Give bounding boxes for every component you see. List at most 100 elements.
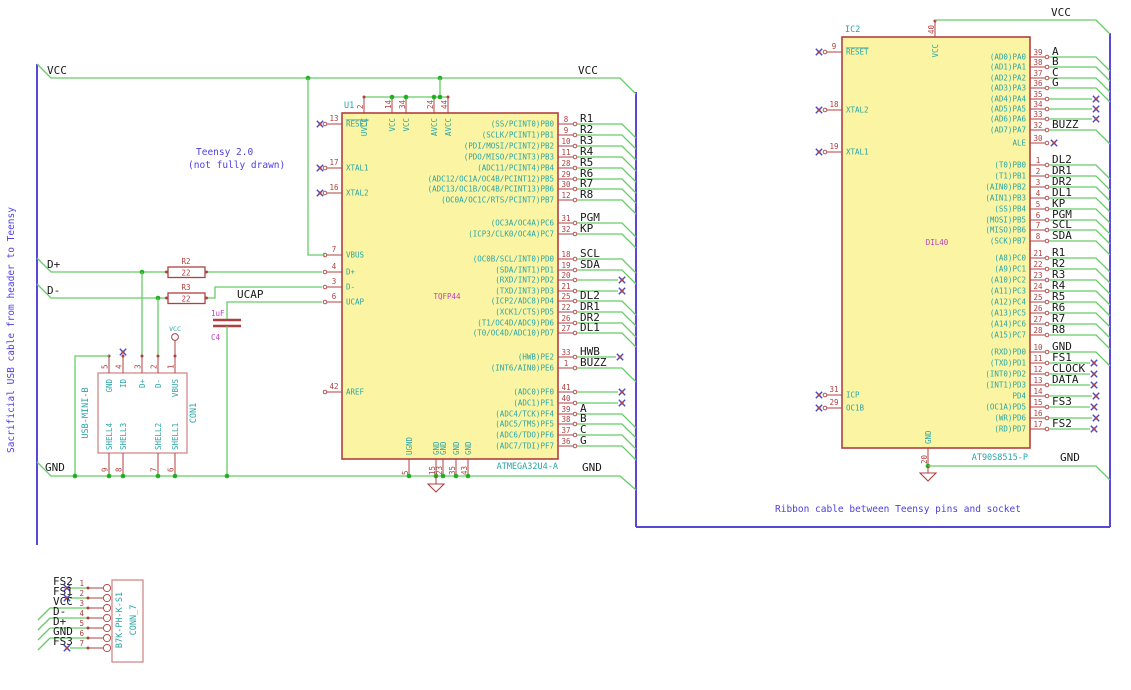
pin-number: 40	[927, 24, 936, 34]
pin-number: 36	[561, 437, 571, 446]
pin-name: (PDO/MISO/PCINT3)PB3	[464, 153, 554, 162]
pin-name: (AD3)PA3	[990, 84, 1026, 93]
net-label[interactable]: KP	[580, 222, 594, 235]
net-label[interactable]: SDA	[580, 258, 600, 271]
pin-number: 35	[1033, 90, 1042, 99]
wire	[577, 367, 637, 383]
pin-end-dot	[1092, 372, 1096, 376]
wire	[577, 445, 637, 461]
net-label[interactable]: G	[580, 434, 587, 447]
pin-name: (ADC4/TCK)PF4	[495, 410, 554, 419]
pin-circle	[1044, 277, 1050, 283]
pin-number: 5	[101, 364, 110, 369]
schematic-canvas: Sacrificial USB cable from header to Tee…	[0, 0, 1131, 690]
u1-part: ATMEGA32U4-A	[497, 462, 558, 472]
pin-number: 3	[332, 277, 337, 286]
pin-number: 36	[1033, 79, 1043, 88]
pin-name: XTAL2	[346, 189, 369, 198]
net-label-gnd[interactable]: GND	[1060, 451, 1080, 464]
net-label-vcc[interactable]: VCC	[47, 64, 67, 77]
ic2-package: DIL40	[926, 238, 949, 247]
pin-circle	[572, 411, 578, 417]
r3-ref: R3	[181, 283, 190, 292]
pin-end-dot	[318, 122, 322, 126]
net-label-gnd[interactable]: GND	[45, 461, 65, 474]
wire	[577, 269, 637, 285]
net-label[interactable]: R8	[580, 188, 593, 201]
pin-circle	[572, 309, 578, 315]
pin-circle	[572, 231, 578, 237]
conn7-part: B7K-PH-K-S1	[115, 592, 125, 648]
net-label-gnd[interactable]: GND	[582, 461, 602, 474]
wire	[1049, 129, 1111, 145]
pin-name: AVCC	[444, 118, 453, 136]
pin-circle	[572, 121, 578, 127]
wire	[226, 301, 322, 320]
pin-number: 4	[1036, 189, 1041, 198]
pin-circle	[572, 197, 578, 203]
net-label-dplus[interactable]: D+	[47, 258, 61, 271]
r3-value: 22	[181, 295, 190, 304]
pin-name: (AD4)PA4	[990, 95, 1027, 104]
pin-end-dot	[65, 646, 69, 650]
pin-number: 20	[920, 454, 929, 464]
pin-number: 15	[1033, 398, 1042, 407]
pin-end-dot	[817, 406, 821, 410]
net-label[interactable]: BUZZ	[1052, 118, 1079, 131]
pin-circle	[572, 277, 578, 283]
pin-circle	[572, 400, 578, 406]
pin-number: 2	[356, 104, 365, 109]
pin-number: 29	[829, 398, 838, 407]
pin-name: (TXD/INT3)PD3	[495, 287, 554, 296]
pin-name: (AD2)PA2	[990, 74, 1026, 83]
teensy-note: (not fully drawn)	[188, 160, 285, 171]
pin-name: (MISO)PB6	[985, 226, 1026, 235]
pin-end-dot	[165, 270, 168, 274]
net-label[interactable]: SDA	[1052, 229, 1072, 242]
pin-number: 33	[561, 348, 570, 357]
wire	[37, 627, 51, 641]
net-label[interactable]: G	[1052, 76, 1059, 89]
vcc-rail	[36, 63, 637, 95]
pin-circle	[1044, 255, 1050, 261]
pin-circle	[1044, 310, 1050, 316]
vcc-symbol-label: VCC	[169, 325, 181, 333]
net-label[interactable]: DL1	[580, 321, 600, 334]
pin-name: (ADC0)PF0	[513, 388, 554, 397]
net-label[interactable]: R8	[1052, 323, 1065, 336]
pin-circle	[572, 443, 578, 449]
u1-package: TQFP44	[433, 292, 461, 301]
pin-number: 4	[332, 262, 337, 271]
pin-name: (A12)PC4	[990, 298, 1027, 307]
pin-name: XTAL1	[346, 164, 369, 173]
net-label[interactable]: FS3	[1052, 395, 1072, 408]
pin-number: 1	[1036, 156, 1041, 165]
pin-circle	[572, 256, 578, 262]
pin-name: (A13)PC5	[990, 309, 1026, 318]
pin-circle	[1044, 85, 1050, 91]
net-label-vcc[interactable]: VCC	[578, 64, 598, 77]
pin-number: 6	[167, 467, 176, 472]
pin-number: 10	[561, 137, 571, 146]
pin-number: 8	[115, 467, 124, 472]
pin-circle	[1044, 195, 1050, 201]
net-label-ucap[interactable]: UCAP	[237, 288, 264, 301]
net-label[interactable]: FS2	[1052, 417, 1072, 430]
pin-name: (HWB)PE2	[518, 353, 554, 362]
pin-circle	[322, 284, 328, 290]
net-label[interactable]: DATA	[1052, 373, 1079, 386]
pin-circle	[1044, 184, 1050, 190]
connector-pin-circle	[102, 603, 112, 613]
pin-number: 37	[561, 426, 570, 435]
net-label-dminus[interactable]: D-	[47, 284, 60, 297]
pin-name: (SCLK/PCINT1)PB1	[482, 131, 554, 140]
junction-dot	[224, 473, 230, 479]
pin-circle	[1044, 206, 1050, 212]
pin-circle	[572, 288, 578, 294]
pin-name: (TXD)PD1	[990, 359, 1026, 368]
net-label-vcc[interactable]: VCC	[1051, 6, 1071, 19]
pin-number: 41	[561, 383, 570, 392]
pin-name: (A9)PC1	[994, 265, 1026, 274]
net-label[interactable]: BUZZ	[580, 356, 607, 369]
pin-number: 30	[561, 180, 571, 189]
